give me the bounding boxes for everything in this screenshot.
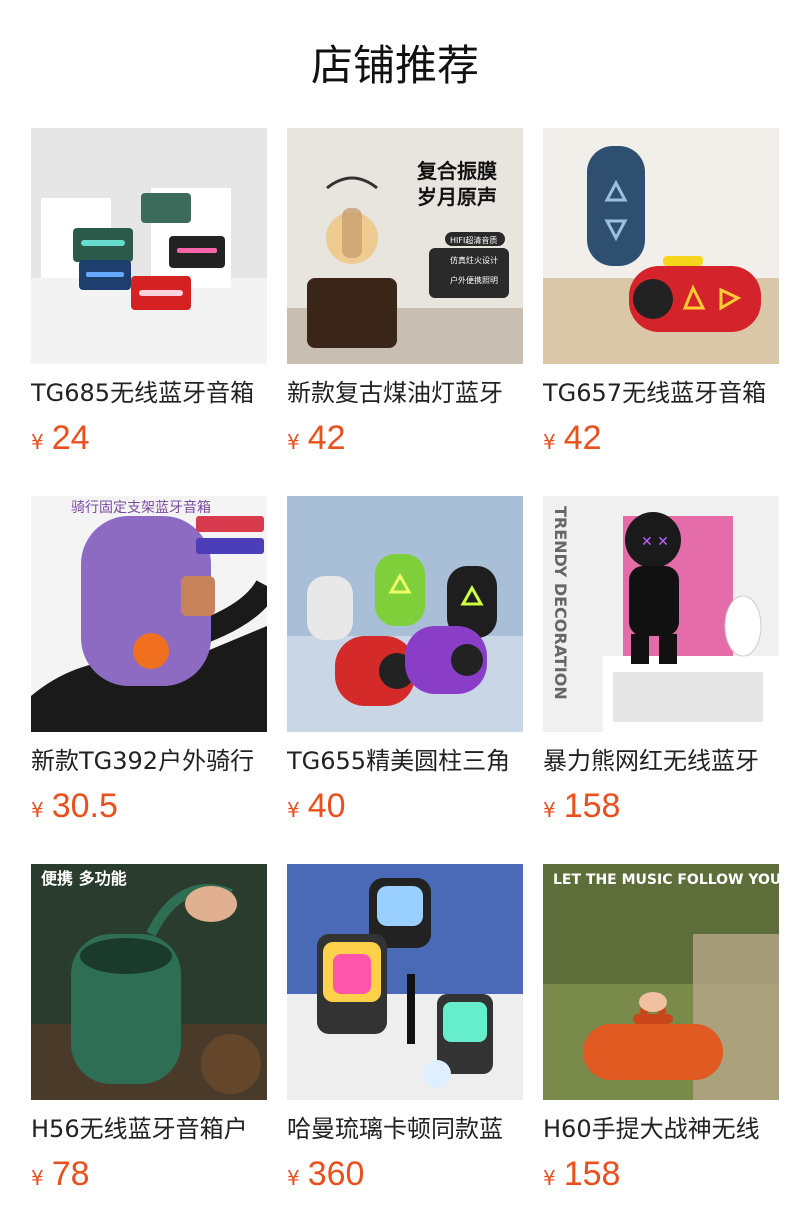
product-price: ¥78 xyxy=(31,1154,90,1194)
product-name[interactable]: H60手提大战神无线 xyxy=(543,1112,779,1146)
svg-text:骑行固定支架蓝牙音箱: 骑行固定支架蓝牙音箱 xyxy=(71,499,211,516)
product-price: ¥360 xyxy=(287,1154,364,1194)
svg-text:仿真炷火设计: 仿真炷火设计 xyxy=(450,255,498,265)
product-card[interactable]: TG685无线蓝牙音箱 ¥24 xyxy=(31,128,267,468)
product-name[interactable]: TG685无线蓝牙音箱 xyxy=(31,376,267,410)
product-price: ¥42 xyxy=(543,418,602,458)
svg-text:便携 多功能: 便携 多功能 xyxy=(41,869,127,888)
product-name[interactable]: TG657无线蓝牙音箱 xyxy=(543,376,779,410)
currency-symbol: ¥ xyxy=(287,1166,300,1190)
product-price: ¥42 xyxy=(287,418,346,458)
product-name[interactable]: 新款TG392户外骑行 xyxy=(31,744,267,778)
product-image[interactable] xyxy=(31,128,267,364)
currency-symbol: ¥ xyxy=(287,798,300,822)
product-image[interactable]: 便携 多功能 xyxy=(31,864,267,1100)
svg-text:岁月原声: 岁月原声 xyxy=(417,185,497,209)
product-name[interactable]: 新款复古煤油灯蓝牙 xyxy=(287,376,523,410)
product-price: ¥158 xyxy=(543,786,620,826)
svg-text:复合振膜: 复合振膜 xyxy=(416,159,497,183)
currency-symbol: ¥ xyxy=(31,798,44,822)
product-image[interactable] xyxy=(287,864,523,1100)
currency-symbol: ¥ xyxy=(543,430,556,454)
price-amount: 30.5 xyxy=(51,787,118,825)
product-image[interactable]: ✕ ✕ TRENDY DECORATION xyxy=(543,496,779,732)
price-amount: 42 xyxy=(563,419,602,457)
product-card[interactable]: LET THE MUSIC FOLLOW YOU H60手提大战神无线 ¥158 xyxy=(543,864,779,1204)
section-title: 店铺推荐 xyxy=(310,41,479,90)
product-price: ¥30.5 xyxy=(31,786,118,826)
svg-text:户外便携照明: 户外便携照明 xyxy=(450,275,498,285)
product-card[interactable]: TG655精美圆柱三角 ¥40 xyxy=(287,496,523,836)
product-image[interactable]: 复合振膜 岁月原声 HIFI超清音质 仿真炷火设计 户外便携照明 xyxy=(287,128,523,364)
product-name[interactable]: TG655精美圆柱三角 xyxy=(287,744,523,778)
product-image[interactable] xyxy=(543,128,779,364)
currency-symbol: ¥ xyxy=(287,430,300,454)
product-image[interactable]: LET THE MUSIC FOLLOW YOU xyxy=(543,864,779,1100)
currency-symbol: ¥ xyxy=(543,798,556,822)
price-amount: 78 xyxy=(51,1155,90,1193)
price-amount: 24 xyxy=(51,419,90,457)
price-amount: 158 xyxy=(563,787,621,825)
product-name[interactable]: H56无线蓝牙音箱户 xyxy=(31,1112,267,1146)
currency-symbol: ¥ xyxy=(31,1166,44,1190)
product-price: ¥158 xyxy=(543,1154,620,1194)
price-amount: 42 xyxy=(307,419,346,457)
product-image[interactable] xyxy=(287,496,523,732)
product-card[interactable]: 便携 多功能 H56无线蓝牙音箱户 ¥78 xyxy=(31,864,267,1204)
product-card[interactable]: TG657无线蓝牙音箱 ¥42 xyxy=(543,128,779,468)
price-amount: 40 xyxy=(307,787,346,825)
product-name[interactable]: 暴力熊网红无线蓝牙 xyxy=(543,744,779,778)
product-card[interactable]: ✕ ✕ TRENDY DECORATION 暴力熊网红无线蓝牙 ¥158 xyxy=(543,496,779,836)
price-amount: 158 xyxy=(563,1155,621,1193)
svg-text:LET THE MUSIC FOLLOW YOU: LET THE MUSIC FOLLOW YOU xyxy=(553,872,779,888)
product-name[interactable]: 哈曼琉璃卡顿同款蓝 xyxy=(287,1112,523,1146)
product-price: ¥24 xyxy=(31,418,90,458)
currency-symbol: ¥ xyxy=(543,1166,556,1190)
svg-text:TRENDY DECORATION: TRENDY DECORATION xyxy=(551,506,570,700)
product-card[interactable]: 骑行固定支架蓝牙音箱 新款TG392户外骑行 ¥30.5 xyxy=(31,496,267,836)
svg-text:HIFI超清音质: HIFI超清音质 xyxy=(450,235,497,245)
product-price: ¥40 xyxy=(287,786,346,826)
price-amount: 360 xyxy=(307,1155,365,1193)
product-card[interactable]: 哈曼琉璃卡顿同款蓝 ¥360 xyxy=(287,864,523,1204)
svg-text:✕ ✕: ✕ ✕ xyxy=(641,534,669,550)
currency-symbol: ¥ xyxy=(31,430,44,454)
product-card[interactable]: 复合振膜 岁月原声 HIFI超清音质 仿真炷火设计 户外便携照明 新款复古煤油灯… xyxy=(287,128,523,468)
product-image[interactable]: 骑行固定支架蓝牙音箱 xyxy=(31,496,267,732)
